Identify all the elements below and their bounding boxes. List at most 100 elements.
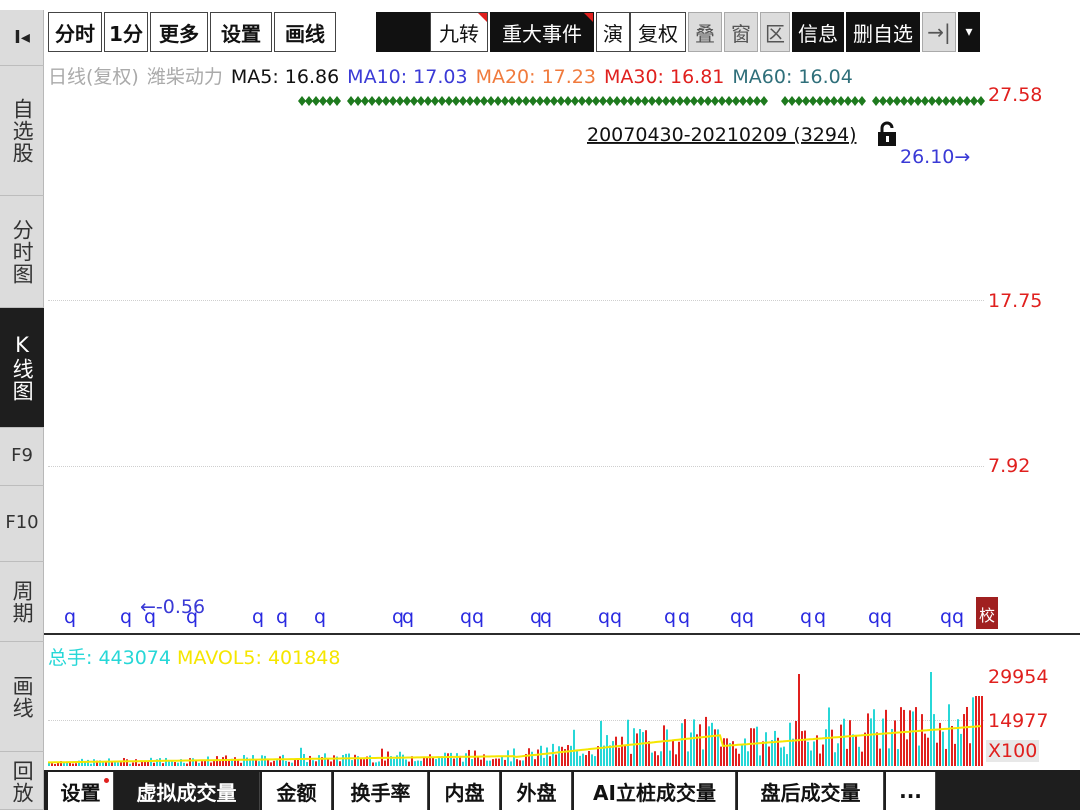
volume-bar [804, 730, 806, 766]
sidebar-item-f10[interactable]: F10 [0, 486, 44, 562]
event-marker[interactable]: q [252, 606, 264, 628]
volume-bar [513, 748, 515, 766]
info-button[interactable]: 信息 [792, 12, 844, 52]
volume-bar [891, 728, 893, 766]
remove-watchlist-button[interactable]: 删自选 [846, 12, 920, 52]
overlay-button[interactable]: 叠 [688, 12, 722, 52]
tab-turnover[interactable]: 换手率 [334, 772, 428, 810]
volume-bar [249, 758, 251, 766]
one-minute-button[interactable]: 1分 [104, 12, 148, 52]
event-marker[interactable]: q [742, 606, 754, 628]
collapse-right-icon[interactable]: →| [922, 12, 956, 52]
sidebar-item-draw[interactable]: 画线 [0, 642, 44, 752]
volume-bar [612, 741, 614, 766]
event-marker[interactable]: q [540, 606, 552, 628]
volume-bar [699, 724, 701, 766]
volume-bar [144, 760, 146, 766]
signal-diamond [669, 96, 677, 106]
event-marker[interactable]: q [276, 606, 288, 628]
volume-bar [207, 756, 209, 766]
tab-more[interactable]: ... [886, 772, 936, 810]
major-events-button[interactable]: 重大事件 [490, 12, 594, 52]
event-marker[interactable]: q [952, 606, 964, 628]
draw-line-button[interactable]: 画线 [274, 12, 336, 52]
volume-bar [693, 719, 695, 766]
replay-demo-button[interactable]: 演 [596, 12, 630, 52]
event-marker[interactable]: q [730, 606, 742, 628]
volume-bar [894, 720, 896, 766]
tab-inner[interactable]: 内盘 [430, 772, 500, 810]
event-marker[interactable]: q [120, 606, 132, 628]
volume-bar [534, 759, 536, 766]
sidebar-item-kline[interactable]: K线图 [0, 308, 44, 428]
event-marker[interactable]: q [664, 606, 676, 628]
dropdown-arrow-icon[interactable]: ▾ [958, 12, 980, 52]
event-marker[interactable]: q [144, 606, 156, 628]
event-marker[interactable]: q [472, 606, 484, 628]
volume-bar [858, 746, 860, 766]
adjust-rights-button[interactable]: 复权 [630, 12, 686, 52]
range-label[interactable]: 20070430-20210209 (3294) [587, 124, 857, 146]
signal-diamond [655, 96, 663, 106]
volume-bar [861, 751, 863, 766]
tab-outer[interactable]: 外盘 [502, 772, 572, 810]
window-button[interactable]: 窗 [724, 12, 758, 52]
sidebar-item-replay[interactable]: 回放 [0, 752, 44, 810]
event-marker[interactable]: q [402, 606, 414, 628]
volume-bar [108, 758, 110, 766]
event-marker[interactable]: q [880, 606, 892, 628]
event-marker[interactable]: q [814, 606, 826, 628]
tab-after-hours-volume[interactable]: 盘后成交量 [738, 772, 884, 810]
event-marker[interactable]: q [800, 606, 812, 628]
volume-bar [657, 755, 659, 766]
event-marker[interactable]: q [64, 606, 76, 628]
tab-settings[interactable]: 设置 [48, 772, 114, 810]
collapse-sidebar-button[interactable]: I◂ [0, 10, 44, 66]
volume-bar [222, 757, 224, 766]
volume-bar [237, 759, 239, 766]
interval-button[interactable]: 区 [760, 12, 790, 52]
volume-bar [738, 753, 740, 766]
volume-bar [801, 731, 803, 766]
tab-ai-volume[interactable]: AI立桩成交量 [574, 772, 736, 810]
sidebar-item-watchlist[interactable]: 自选股 [0, 66, 44, 196]
signal-diamond [494, 96, 502, 106]
event-marker[interactable]: q [186, 606, 198, 628]
nine-turn-button[interactable]: 九转 [430, 12, 488, 52]
tab-virtual-volume[interactable]: 虚拟成交量 [114, 772, 260, 810]
event-marker[interactable]: q [940, 606, 952, 628]
volume-bar [306, 762, 308, 766]
volume-bar [564, 749, 566, 766]
settings-button[interactable]: 设置 [210, 12, 272, 52]
volume-bar [963, 714, 965, 766]
signal-diamond [760, 96, 768, 106]
tab-amount[interactable]: 金额 [262, 772, 332, 810]
event-marker[interactable]: q [530, 606, 542, 628]
ma5-value: MA5: 16.86 [230, 66, 340, 88]
event-marker[interactable]: q [678, 606, 690, 628]
signal-diamond [466, 96, 474, 106]
signal-diamond [690, 96, 698, 106]
volume-bar [576, 749, 578, 766]
volume-bar [762, 741, 764, 766]
volume-bar [345, 753, 347, 766]
sidebar-item-intraday[interactable]: 分时图 [0, 196, 44, 308]
event-marker[interactable]: q [610, 606, 622, 628]
blank-dark-button[interactable] [376, 12, 430, 52]
event-marker[interactable]: q [392, 606, 404, 628]
volume-bar [828, 707, 830, 766]
volume-bar [411, 756, 413, 766]
sidebar-item-period[interactable]: 周期 [0, 562, 44, 642]
volume-bar [390, 756, 392, 766]
sidebar-item-f9[interactable]: F9 [0, 428, 44, 486]
volume-bar [600, 720, 602, 766]
event-marker[interactable]: q [460, 606, 472, 628]
lock-icon[interactable] [878, 121, 896, 146]
volume-bar [483, 754, 485, 766]
intraday-button[interactable]: 分时 [48, 12, 102, 52]
more-button[interactable]: 更多 [150, 12, 208, 52]
event-marker[interactable]: q [314, 606, 326, 628]
event-marker[interactable]: q [598, 606, 610, 628]
event-marker[interactable]: q [868, 606, 880, 628]
volume-bar [126, 759, 128, 766]
